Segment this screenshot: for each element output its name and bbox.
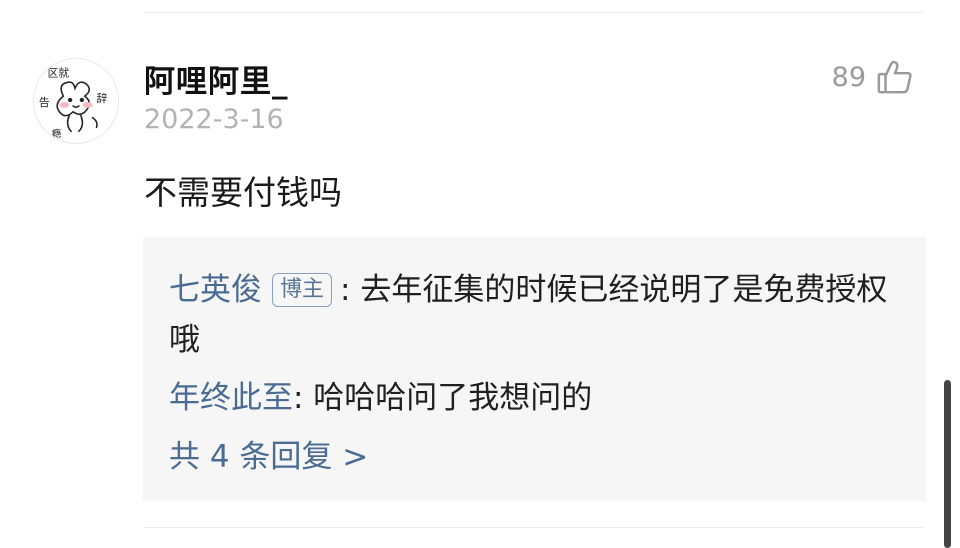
bottom-divider [144, 527, 924, 528]
comment-date: 2022-3-16 [144, 104, 284, 135]
svg-text:瘾: 瘾 [52, 127, 62, 140]
reply-item[interactable]: 年终此至: 哈哈哈问了我想问的 [169, 373, 900, 423]
reply-separator: : [340, 272, 351, 308]
like-count: 89 [831, 61, 866, 93]
comment-text: 不需要付钱吗 [144, 173, 342, 212]
view-more-replies-link[interactable]: 共 4 条回复 > [169, 429, 900, 485]
reply-text: 哈哈哈问了我想问的 [303, 380, 593, 416]
like-button[interactable]: 89 [832, 58, 914, 96]
reply-author[interactable]: 年终此至 [169, 380, 293, 416]
top-divider [144, 12, 924, 13]
svg-text:告: 告 [39, 96, 50, 109]
doodle-avatar-icon: 区就 告 辞 瘾 [39, 67, 108, 141]
replies-panel: 七英俊 博主: 去年征集的时候已经说明了是免费授权哦 年终此至: 哈哈哈问了我想问… [143, 237, 926, 501]
reply-author[interactable]: 七英俊 [169, 272, 262, 308]
reply-separator: : [293, 380, 304, 416]
svg-text:辞: 辞 [97, 92, 108, 105]
reply-item[interactable]: 七英俊 博主: 去年征集的时候已经说明了是免费授权哦 [169, 265, 900, 365]
author-badge: 博主 [272, 273, 333, 307]
username[interactable]: 阿哩阿里_ [144, 56, 289, 101]
thumbs-up-icon [876, 58, 914, 96]
avatar[interactable]: 区就 告 辞 瘾 [33, 58, 119, 144]
svg-text:区就: 区就 [48, 67, 70, 80]
scrollbar[interactable] [944, 380, 951, 548]
